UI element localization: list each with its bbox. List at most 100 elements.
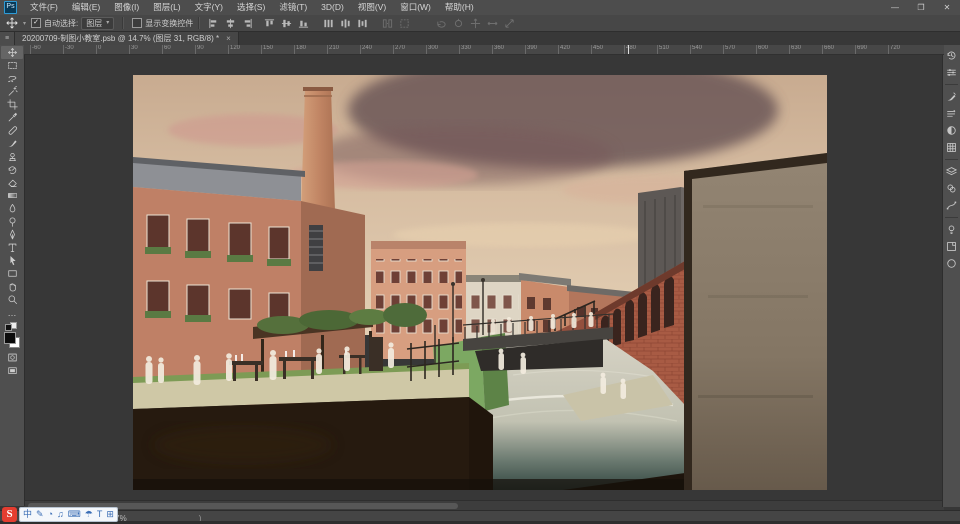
menu-image[interactable]: 图像(I) (107, 0, 146, 15)
horizontal-ruler[interactable]: -60-300306090120150180210240270300330360… (24, 45, 944, 55)
spot-healing-brush-tool[interactable] (1, 124, 23, 137)
blur-tool[interactable] (1, 202, 23, 215)
menu-select[interactable]: 选择(S) (230, 0, 272, 15)
crop-tool[interactable] (1, 98, 23, 111)
align-vertical-centers-icon[interactable] (280, 17, 293, 30)
layers-panel-icon[interactable] (944, 164, 959, 179)
voice-icon[interactable]: ♫ (57, 508, 64, 521)
menu-window[interactable]: 窗口(W) (393, 0, 438, 15)
move-tool-icon[interactable] (5, 16, 19, 30)
tool-preset-caret-icon[interactable]: ▾ (23, 20, 26, 27)
menu-3d[interactable]: 3D(D) (314, 0, 351, 15)
adjustments-panel-icon[interactable] (944, 256, 959, 271)
horizontal-type-tool[interactable] (1, 241, 23, 254)
align-to-selection-icon[interactable] (398, 17, 411, 30)
ruler-tick (789, 45, 790, 54)
document-tab-bar: ≡ 20200709-制图小教室.psb @ 14.7% (图层 31, RGB… (0, 32, 960, 45)
menu-type[interactable]: 文字(Y) (188, 0, 230, 15)
eraser-tool[interactable] (1, 176, 23, 189)
3d-scale-icon[interactable] (503, 17, 516, 30)
ruler-tick (624, 45, 625, 54)
align-bottom-edges-icon[interactable] (297, 17, 310, 30)
3d-roll-icon[interactable] (452, 17, 465, 30)
align-right-edges-icon[interactable] (241, 17, 254, 30)
tools-panel: … (0, 45, 25, 506)
show-transform-checkbox[interactable] (132, 18, 142, 28)
eyedropper-tool[interactable] (1, 111, 23, 124)
photoshop-logo-icon: Ps (4, 1, 17, 14)
default-colors-icon[interactable] (5, 322, 19, 330)
sogou-logo-icon[interactable]: S (2, 507, 17, 522)
swatches-panel-icon[interactable] (944, 140, 959, 155)
learn-panel-icon[interactable] (944, 222, 959, 237)
emoji-icon[interactable]: ◔ (48, 508, 53, 521)
rectangle-shape-tool[interactable] (1, 267, 23, 280)
path-selection-tool[interactable] (1, 254, 23, 267)
toolbox-icon[interactable]: T (97, 508, 103, 521)
ruler-tick-label: 30 (131, 45, 138, 51)
distribute-horizontal-centers-icon[interactable] (339, 17, 352, 30)
gradient-tool[interactable] (1, 189, 23, 202)
skin-icon[interactable]: ☂ (85, 508, 93, 521)
align-horizontal-centers-icon[interactable] (224, 17, 237, 30)
auto-select-checkbox[interactable]: ✓ (31, 18, 41, 28)
input-mode-icon[interactable]: 中 (23, 508, 32, 521)
screen-mode-button[interactable] (1, 364, 23, 377)
photoshop-window: Ps 文件(F) 编辑(E) 图像(I) 图层(L) 文字(Y) 选择(S) 滤… (0, 0, 960, 524)
rectangular-marquee-tool[interactable] (1, 59, 23, 72)
maximize-button[interactable]: ❐ (908, 0, 934, 15)
tab-bar-menu-icon[interactable]: ≡ (0, 32, 15, 45)
dock-separator (945, 159, 958, 160)
auto-select-target-dropdown[interactable]: 图层 ▾ (81, 17, 114, 30)
document-artwork[interactable] (133, 75, 827, 490)
ruler-tick (756, 45, 757, 54)
menu-help[interactable]: 帮助(H) (438, 0, 481, 15)
magic-wand-tool[interactable] (1, 85, 23, 98)
history-brush-tool[interactable] (1, 163, 23, 176)
properties-panel-icon[interactable] (944, 239, 959, 254)
foreground-color-swatch[interactable] (4, 332, 16, 344)
quick-mask-mode-button[interactable] (1, 351, 23, 364)
brush-tool[interactable] (1, 137, 23, 150)
move-tool[interactable] (1, 46, 23, 59)
distribute-spacing-icon[interactable] (381, 17, 394, 30)
document-tab[interactable]: 20200709-制图小教室.psb @ 14.7% (图层 31, RGB/8… (15, 32, 239, 45)
grid-icon[interactable]: ⊞ (106, 508, 114, 521)
menu-view[interactable]: 视图(V) (351, 0, 393, 15)
lasso-tool[interactable] (1, 72, 23, 85)
distribute-right-edges-icon[interactable] (356, 17, 369, 30)
ruler-tick (525, 45, 526, 54)
menu-file[interactable]: 文件(F) (23, 0, 65, 15)
align-top-edges-icon[interactable] (263, 17, 276, 30)
edit-toolbar-icon[interactable]: … (1, 306, 23, 319)
hand-tool[interactable] (1, 280, 23, 293)
menu-filter[interactable]: 滤镜(T) (272, 0, 314, 15)
pen-tool[interactable] (1, 228, 23, 241)
channels-panel-icon[interactable] (944, 181, 959, 196)
3d-slide-icon[interactable] (486, 17, 499, 30)
brush-settings-panel-icon[interactable] (944, 89, 959, 104)
menu-layer[interactable]: 图层(L) (146, 0, 187, 15)
ruler-tick-label: 300 (428, 45, 438, 51)
handwriting-icon[interactable]: ✎ (36, 508, 44, 521)
minimize-button[interactable]: — (882, 0, 908, 15)
foreground-background-swatches[interactable] (4, 332, 20, 348)
dodge-tool[interactable] (1, 215, 23, 228)
clone-stamp-tool[interactable] (1, 150, 23, 163)
ruler-tick-label: 90 (197, 45, 204, 51)
3d-drag-icon[interactable] (469, 17, 482, 30)
zoom-tool[interactable] (1, 293, 23, 306)
ruler-tick (195, 45, 196, 54)
menu-edit[interactable]: 编辑(E) (65, 0, 107, 15)
close-button[interactable]: ✕ (934, 0, 960, 15)
align-left-edges-icon[interactable] (207, 17, 220, 30)
history-panel-icon[interactable] (944, 48, 959, 63)
keyboard-icon[interactable]: ⌨ (68, 508, 81, 521)
distribute-left-edges-icon[interactable] (322, 17, 335, 30)
color-panel-icon[interactable] (944, 123, 959, 138)
paths-panel-icon[interactable] (944, 198, 959, 213)
adjustments-sliders-panel-icon[interactable] (944, 65, 959, 80)
3d-rotate-icon[interactable] (435, 17, 448, 30)
brush-presets-panel-icon[interactable] (944, 106, 959, 121)
tab-close-icon[interactable]: × (226, 32, 231, 45)
